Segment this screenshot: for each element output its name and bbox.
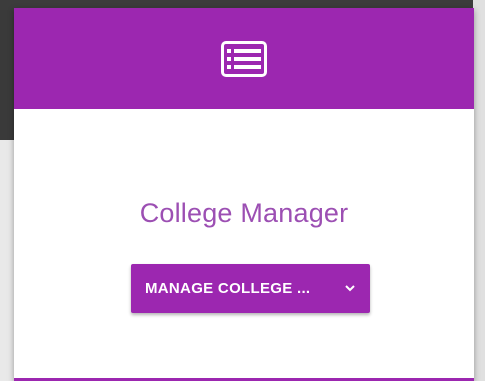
background-left-strip xyxy=(0,10,14,140)
chevron-down-icon xyxy=(344,281,356,293)
card-header xyxy=(14,8,474,109)
list-icon xyxy=(219,39,269,79)
background-right-strip xyxy=(473,0,485,381)
background-left-lower-strip xyxy=(0,140,14,381)
dropdown-label: MANAGE COLLEGE ... xyxy=(145,280,311,297)
college-manager-card: College Manager MANAGE COLLEGE ... xyxy=(14,8,474,381)
manage-college-dropdown-button[interactable]: MANAGE COLLEGE ... xyxy=(131,264,370,313)
card-title: College Manager xyxy=(139,198,349,228)
